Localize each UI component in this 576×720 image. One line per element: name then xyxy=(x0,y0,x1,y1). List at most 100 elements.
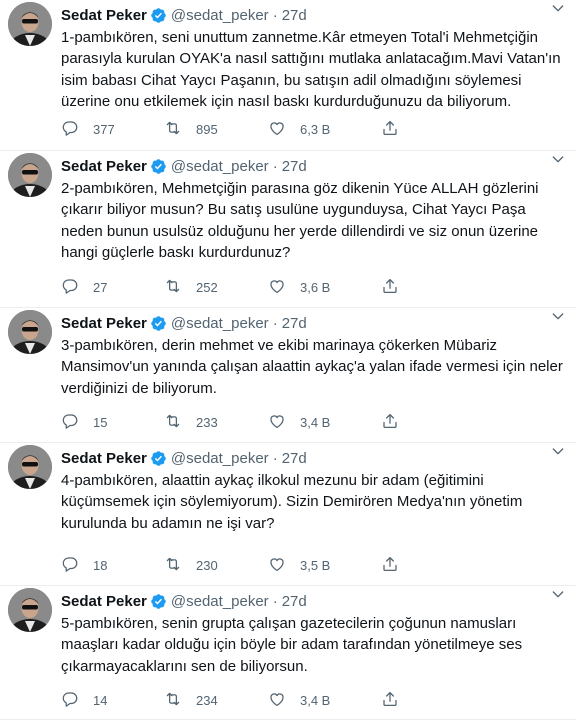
reply-icon xyxy=(61,555,79,576)
share-button[interactable] xyxy=(381,277,399,297)
retweet-button[interactable]: 895 xyxy=(164,119,218,139)
tweet-actions: 27 252 3,6 B xyxy=(61,277,576,297)
author-handle[interactable]: @sedat_peker xyxy=(171,593,269,610)
like-button[interactable]: 6,3 B xyxy=(268,119,330,139)
chevron-down-icon xyxy=(550,0,566,21)
separator-dot: · xyxy=(272,449,278,467)
tweet[interactable]: Sedat Peker @sedat_peker · 27d 4-pambıkören,… xyxy=(0,443,576,586)
like-icon xyxy=(268,555,286,576)
author-name[interactable]: Sedat Peker xyxy=(61,450,147,467)
separator-dot: · xyxy=(272,6,278,24)
timestamp[interactable]: 27d xyxy=(282,315,307,332)
avatar[interactable] xyxy=(8,2,52,46)
reply-count: 18 xyxy=(93,557,108,573)
timestamp[interactable]: 27d xyxy=(282,450,307,467)
more-options-button[interactable] xyxy=(548,151,568,171)
share-button[interactable] xyxy=(381,119,399,139)
tweet-text: 2-pambıkören, Mehmetçiğin parasına göz d… xyxy=(61,180,539,262)
retweet-icon xyxy=(164,690,182,711)
tweet-header: Sedat Peker @sedat_peker · 27d xyxy=(61,448,576,468)
tweet-text: 5-pambıkören, senin grupta çalışan gazet… xyxy=(61,615,523,675)
tweet-actions: 14 234 3,4 B xyxy=(61,690,576,710)
tweet-header: Sedat Peker @sedat_peker · 27d xyxy=(61,5,576,25)
author-name[interactable]: Sedat Peker xyxy=(61,593,147,610)
author-name[interactable]: Sedat Peker xyxy=(61,315,147,332)
retweet-count: 895 xyxy=(196,121,218,137)
chevron-down-icon xyxy=(550,586,566,607)
like-button[interactable]: 3,5 B xyxy=(268,555,330,575)
retweet-button[interactable]: 234 xyxy=(164,690,218,710)
share-icon xyxy=(381,277,399,298)
like-count: 3,4 B xyxy=(300,692,331,708)
avatar[interactable] xyxy=(8,153,52,197)
reply-count: 27 xyxy=(93,279,108,295)
chevron-down-icon xyxy=(550,443,566,464)
like-icon xyxy=(268,690,286,711)
reply-button[interactable]: 27 xyxy=(61,277,107,297)
like-count: 3,5 B xyxy=(300,557,331,573)
verified-badge-icon xyxy=(151,450,166,466)
tweet-text: 4-pambıkören, alaattin aykaç ilkokul mez… xyxy=(61,472,523,532)
timestamp[interactable]: 27d xyxy=(282,593,307,610)
tweet-actions: 18 230 3,5 B xyxy=(61,555,576,575)
tweet-text: 3-pambıkören, derin mehmet ve ekibi mari… xyxy=(61,337,563,397)
retweet-count: 234 xyxy=(196,692,218,708)
retweet-icon xyxy=(164,412,182,433)
avatar[interactable] xyxy=(8,445,52,489)
timestamp[interactable]: 27d xyxy=(282,7,307,24)
author-name[interactable]: Sedat Peker xyxy=(61,158,147,175)
like-button[interactable]: 3,4 B xyxy=(268,412,330,432)
tweet[interactable]: Sedat Peker @sedat_peker · 27d 3-pambıkören,… xyxy=(0,308,576,443)
retweet-button[interactable]: 233 xyxy=(164,412,218,432)
retweet-button[interactable]: 230 xyxy=(164,555,218,575)
reply-count: 377 xyxy=(93,121,115,137)
separator-dot: · xyxy=(272,592,278,610)
reply-button[interactable]: 377 xyxy=(61,119,115,139)
retweet-icon xyxy=(164,277,182,298)
like-button[interactable]: 3,4 B xyxy=(268,690,330,710)
share-icon xyxy=(381,119,399,140)
author-handle[interactable]: @sedat_peker xyxy=(171,158,269,175)
share-button[interactable] xyxy=(381,555,399,575)
tweet-header: Sedat Peker @sedat_peker · 27d xyxy=(61,156,576,176)
avatar[interactable] xyxy=(8,310,52,354)
retweet-icon xyxy=(164,119,182,140)
author-handle[interactable]: @sedat_peker xyxy=(171,7,269,24)
timestamp[interactable]: 27d xyxy=(282,158,307,175)
reply-icon xyxy=(61,412,79,433)
reply-count: 15 xyxy=(93,414,108,430)
tweet[interactable]: Sedat Peker @sedat_peker · 27d 1-pambıkören,… xyxy=(0,0,576,151)
tweet-actions: 15 233 3,4 B xyxy=(61,412,576,432)
author-handle[interactable]: @sedat_peker xyxy=(171,315,269,332)
reply-button[interactable]: 15 xyxy=(61,412,107,432)
share-icon xyxy=(381,412,399,433)
like-count: 6,3 B xyxy=(300,121,331,137)
reply-icon xyxy=(61,690,79,711)
retweet-icon xyxy=(164,555,182,576)
share-button[interactable] xyxy=(381,412,399,432)
tweet[interactable]: Sedat Peker @sedat_peker · 27d 5-pambıkören,… xyxy=(0,586,576,720)
verified-badge-icon xyxy=(151,593,166,609)
reply-icon xyxy=(61,119,79,140)
chevron-down-icon xyxy=(550,151,566,172)
retweet-button[interactable]: 252 xyxy=(164,277,218,297)
author-handle[interactable]: @sedat_peker xyxy=(171,450,269,467)
author-name[interactable]: Sedat Peker xyxy=(61,7,147,24)
tweet-actions: 377 895 6,3 B xyxy=(61,119,576,139)
more-options-button[interactable] xyxy=(548,443,568,463)
avatar[interactable] xyxy=(8,588,52,632)
tweet-header: Sedat Peker @sedat_peker · 27d xyxy=(61,313,576,333)
share-button[interactable] xyxy=(381,690,399,710)
like-button[interactable]: 3,6 B xyxy=(268,277,330,297)
more-options-button[interactable] xyxy=(548,308,568,328)
more-options-button[interactable] xyxy=(548,0,568,20)
reply-button[interactable]: 18 xyxy=(61,555,107,575)
like-count: 3,6 B xyxy=(300,279,331,295)
share-icon xyxy=(381,690,399,711)
separator-dot: · xyxy=(272,157,278,175)
chevron-down-icon xyxy=(550,308,566,329)
retweet-count: 230 xyxy=(196,557,218,573)
more-options-button[interactable] xyxy=(548,586,568,606)
tweet[interactable]: Sedat Peker @sedat_peker · 27d 2-pambıkören,… xyxy=(0,151,576,308)
reply-button[interactable]: 14 xyxy=(61,690,107,710)
